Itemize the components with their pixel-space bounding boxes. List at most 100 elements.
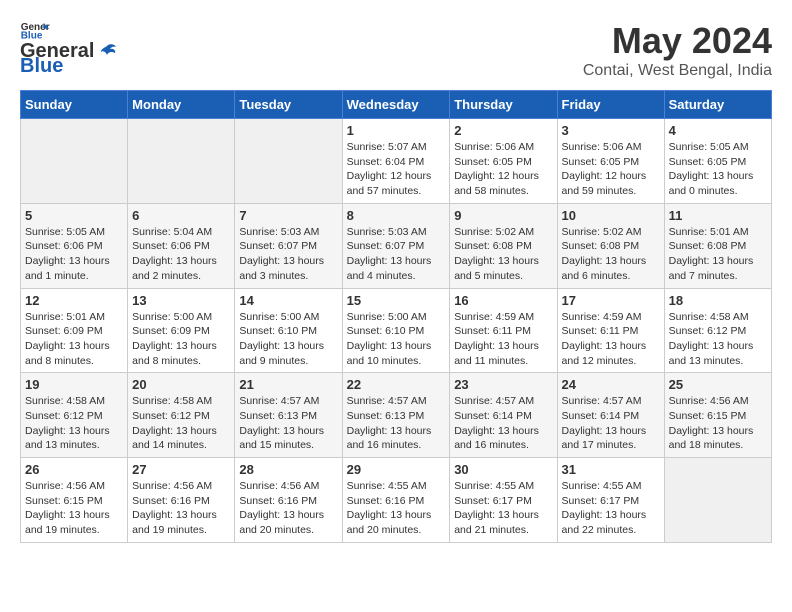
day-of-week-header: Monday [128,91,235,119]
day-info: Sunrise: 4:56 AMSunset: 6:16 PMDaylight:… [132,479,230,538]
day-number: 2 [454,123,552,138]
day-info: Sunrise: 5:03 AMSunset: 6:07 PMDaylight:… [239,225,337,284]
day-number: 4 [669,123,767,138]
day-info: Sunrise: 5:00 AMSunset: 6:10 PMDaylight:… [239,310,337,369]
calendar-cell: 3 Sunrise: 5:06 AMSunset: 6:05 PMDaylight… [557,119,664,204]
day-number: 27 [132,462,230,477]
day-number: 14 [239,293,337,308]
calendar-cell: 8 Sunrise: 5:03 AMSunset: 6:07 PMDaylight… [342,203,450,288]
month-title: May 2024 [583,20,772,62]
day-number: 13 [132,293,230,308]
day-number: 24 [562,377,660,392]
day-info: Sunrise: 4:56 AMSunset: 6:15 PMDaylight:… [669,394,767,453]
day-number: 9 [454,208,552,223]
day-info: Sunrise: 4:57 AMSunset: 6:14 PMDaylight:… [454,394,552,453]
calendar-cell: 28 Sunrise: 4:56 AMSunset: 6:16 PMDayligh… [235,458,342,543]
calendar-week-row: 26 Sunrise: 4:56 AMSunset: 6:15 PMDayligh… [21,458,772,543]
day-number: 29 [347,462,446,477]
calendar-cell [235,119,342,204]
day-number: 25 [669,377,767,392]
calendar-cell: 24 Sunrise: 4:57 AMSunset: 6:14 PMDayligh… [557,373,664,458]
location: Contai, West Bengal, India [583,62,772,80]
calendar-cell: 9Sunrise: 5:02 AMSunset: 6:08 PMDaylight… [450,203,557,288]
day-number: 16 [454,293,552,308]
day-info: Sunrise: 5:01 AMSunset: 6:09 PMDaylight:… [25,310,123,369]
day-number: 15 [347,293,446,308]
day-number: 7 [239,208,337,223]
title-section: May 2024 Contai, West Bengal, India [583,20,772,80]
day-number: 3 [562,123,660,138]
day-number: 28 [239,462,337,477]
day-info: Sunrise: 5:02 AMSunset: 6:08 PMDaylight:… [562,225,660,284]
day-info: Sunrise: 4:56 AMSunset: 6:16 PMDaylight:… [239,479,337,538]
day-info: Sunrise: 4:55 AMSunset: 6:17 PMDaylight:… [454,479,552,538]
logo: General Blue General Blue [20,20,118,78]
calendar-cell: 6 Sunrise: 5:04 AMSunset: 6:06 PMDaylight… [128,203,235,288]
calendar-cell: 29 Sunrise: 4:55 AMSunset: 6:16 PMDayligh… [342,458,450,543]
calendar-cell: 19Sunrise: 4:58 AMSunset: 6:12 PMDayligh… [21,373,128,458]
calendar-week-row: 19Sunrise: 4:58 AMSunset: 6:12 PMDayligh… [21,373,772,458]
day-info: Sunrise: 4:57 AMSunset: 6:14 PMDaylight:… [562,394,660,453]
day-number: 1 [347,123,446,138]
calendar-cell: 13 Sunrise: 5:00 AMSunset: 6:09 PMDayligh… [128,288,235,373]
day-info: Sunrise: 4:59 AMSunset: 6:11 PMDaylight:… [562,310,660,369]
logo-icon: General Blue [20,20,50,40]
calendar-cell: 18 Sunrise: 4:58 AMSunset: 6:12 PMDayligh… [664,288,771,373]
calendar-cell: 11Sunrise: 5:01 AMSunset: 6:08 PMDayligh… [664,203,771,288]
day-number: 22 [347,377,446,392]
calendar-cell [664,458,771,543]
calendar-cell: 22Sunrise: 4:57 AMSunset: 6:13 PMDayligh… [342,373,450,458]
day-info: Sunrise: 4:56 AMSunset: 6:15 PMDaylight:… [25,479,123,538]
day-info: Sunrise: 5:06 AMSunset: 6:05 PMDaylight:… [454,140,552,199]
calendar-cell: 25 Sunrise: 4:56 AMSunset: 6:15 PMDayligh… [664,373,771,458]
calendar-cell [21,119,128,204]
day-of-week-header: Wednesday [342,91,450,119]
day-info: Sunrise: 4:58 AMSunset: 6:12 PMDaylight:… [25,394,123,453]
day-number: 31 [562,462,660,477]
calendar-cell: 17 Sunrise: 4:59 AMSunset: 6:11 PMDayligh… [557,288,664,373]
day-number: 17 [562,293,660,308]
day-info: Sunrise: 4:55 AMSunset: 6:17 PMDaylight:… [562,479,660,538]
day-info: Sunrise: 5:00 AMSunset: 6:09 PMDaylight:… [132,310,230,369]
logo-bird-icon [96,41,118,63]
day-info: Sunrise: 5:06 AMSunset: 6:05 PMDaylight:… [562,140,660,199]
calendar-cell: 16 Sunrise: 4:59 AMSunset: 6:11 PMDayligh… [450,288,557,373]
day-of-week-header: Tuesday [235,91,342,119]
day-info: Sunrise: 4:55 AMSunset: 6:16 PMDaylight:… [347,479,446,538]
day-of-week-header: Sunday [21,91,128,119]
calendar-cell: 2 Sunrise: 5:06 AMSunset: 6:05 PMDaylight… [450,119,557,204]
calendar-cell: 14 Sunrise: 5:00 AMSunset: 6:10 PMDayligh… [235,288,342,373]
calendar-cell: 10Sunrise: 5:02 AMSunset: 6:08 PMDayligh… [557,203,664,288]
logo-blue: Blue [20,55,63,78]
calendar-week-row: 1Sunrise: 5:07 AMSunset: 6:04 PMDaylight… [21,119,772,204]
calendar-cell: 4Sunrise: 5:05 AMSunset: 6:05 PMDaylight… [664,119,771,204]
calendar-cell: 27 Sunrise: 4:56 AMSunset: 6:16 PMDayligh… [128,458,235,543]
day-number: 6 [132,208,230,223]
day-number: 21 [239,377,337,392]
calendar-cell: 15Sunrise: 5:00 AMSunset: 6:10 PMDayligh… [342,288,450,373]
day-of-week-header: Thursday [450,91,557,119]
calendar-cell: 20 Sunrise: 4:58 AMSunset: 6:12 PMDayligh… [128,373,235,458]
calendar-header-row: SundayMondayTuesdayWednesdayThursdayFrid… [21,91,772,119]
day-number: 8 [347,208,446,223]
day-info: Sunrise: 5:03 AMSunset: 6:07 PMDaylight:… [347,225,446,284]
day-number: 5 [25,208,123,223]
calendar-cell: 26 Sunrise: 4:56 AMSunset: 6:15 PMDayligh… [21,458,128,543]
day-info: Sunrise: 4:58 AMSunset: 6:12 PMDaylight:… [669,310,767,369]
day-info: Sunrise: 4:58 AMSunset: 6:12 PMDaylight:… [132,394,230,453]
day-info: Sunrise: 4:59 AMSunset: 6:11 PMDaylight:… [454,310,552,369]
day-number: 18 [669,293,767,308]
day-info: Sunrise: 5:04 AMSunset: 6:06 PMDaylight:… [132,225,230,284]
page-header: General Blue General Blue May 2024 Conta… [20,20,772,80]
calendar-cell: 5 Sunrise: 5:05 AMSunset: 6:06 PMDaylight… [21,203,128,288]
day-info: Sunrise: 5:05 AMSunset: 6:06 PMDaylight:… [25,225,123,284]
calendar-cell: 12Sunrise: 5:01 AMSunset: 6:09 PMDayligh… [21,288,128,373]
day-number: 23 [454,377,552,392]
calendar-cell: 1Sunrise: 5:07 AMSunset: 6:04 PMDaylight… [342,119,450,204]
day-number: 20 [132,377,230,392]
day-of-week-header: Friday [557,91,664,119]
day-info: Sunrise: 4:57 AMSunset: 6:13 PMDaylight:… [239,394,337,453]
day-number: 26 [25,462,123,477]
calendar-cell: 23 Sunrise: 4:57 AMSunset: 6:14 PMDayligh… [450,373,557,458]
svg-text:Blue: Blue [21,31,43,40]
